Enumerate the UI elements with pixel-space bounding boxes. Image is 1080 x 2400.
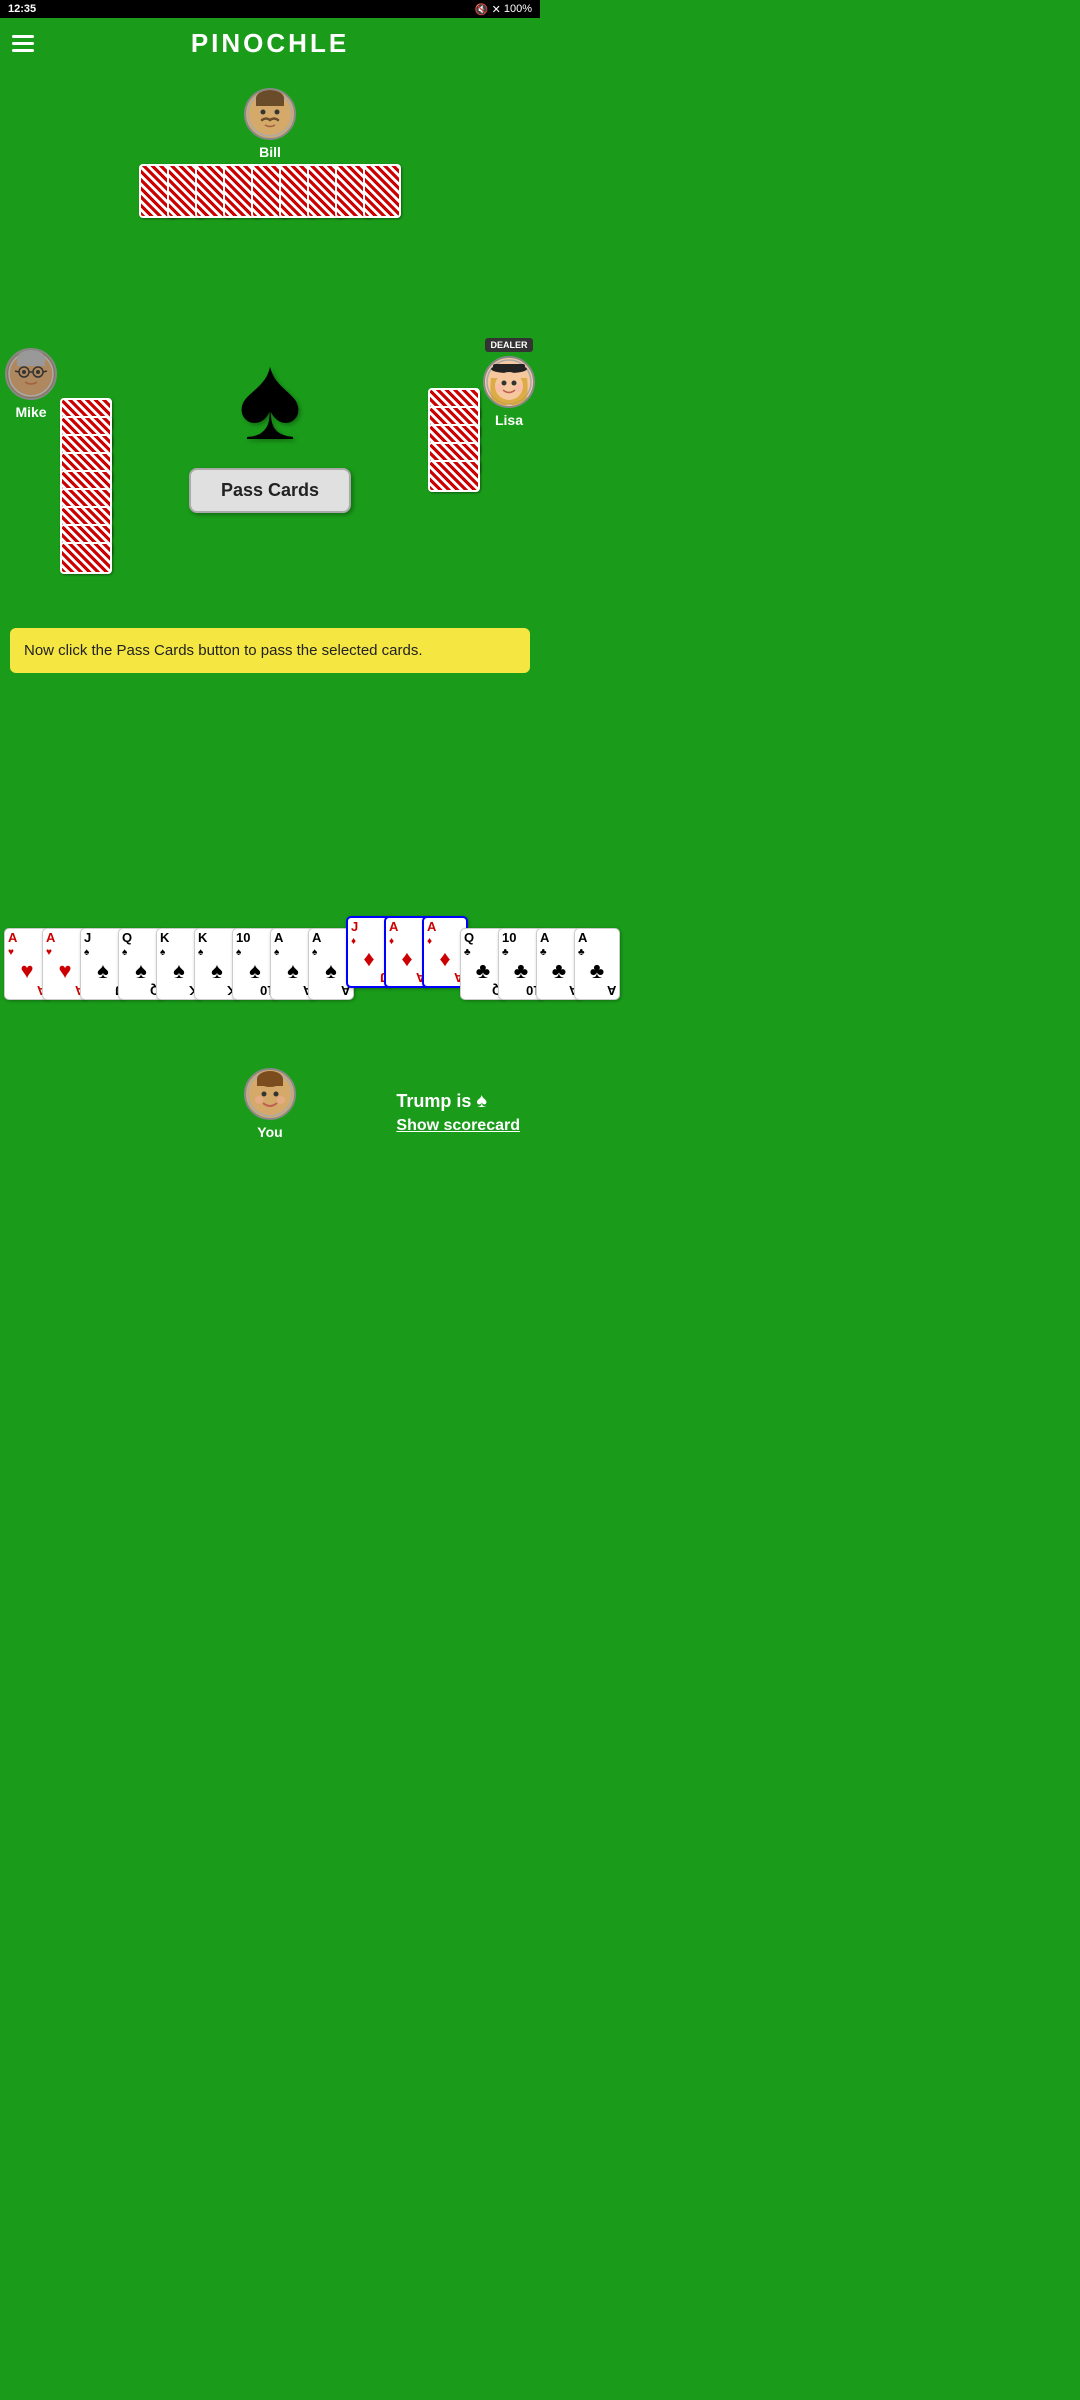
card-suit-center-14: ♣ (540, 960, 578, 982)
card-suit-center-10: ♦ (389, 948, 425, 970)
show-scorecard-link[interactable]: Show scorecard (396, 1117, 520, 1135)
bill-cards (139, 164, 401, 218)
player-lisa: DEALER Lisa (483, 338, 535, 428)
card-suit-center-1: ♥ (46, 960, 84, 982)
bill-avatar (244, 88, 296, 140)
you-name: You (257, 1124, 282, 1140)
card-rank-bottom-15: A (607, 984, 616, 997)
player-you: You (244, 1068, 296, 1140)
hand-card-15[interactable]: A♣ ♣ A (574, 928, 620, 1000)
card-suit-center-3: ♠ (122, 960, 160, 982)
trump-label: Trump is (396, 1091, 471, 1111)
status-icons: 🔇 ✕ 100% (475, 3, 532, 16)
card-suit-center-12: ♣ (464, 960, 502, 982)
status-bar: 12:35 🔇 ✕ 100% (0, 0, 540, 18)
card-rank-top-7: A♠ (274, 931, 312, 958)
instruction-box: Now click the Pass Cards button to pass … (10, 628, 530, 673)
center-area: ♠ Pass Cards (189, 338, 351, 513)
card-rank-top-9: J♦ (351, 920, 387, 947)
card-rank-top-13: 10♣ (502, 931, 540, 958)
card-suit-center-9: ♦ (351, 948, 387, 970)
bill-name: Bill (259, 144, 281, 160)
status-time: 12:35 (8, 3, 36, 15)
card-suit-center-11: ♦ (427, 948, 463, 970)
card-suit-center-2: ♠ (84, 960, 122, 982)
card-suit-center-4: ♠ (160, 960, 198, 982)
instruction-text: Now click the Pass Cards button to pass … (24, 642, 423, 659)
lisa-cards (428, 388, 480, 492)
card-suit-center-13: ♣ (502, 960, 540, 982)
card-rank-top-6: 10♠ (236, 931, 274, 958)
player-hand: A♥ ♥ A A♥ ♥ A J♠ ♠ J Q♠ ♠ Q K♠ ♠ K K♠ ♠ … (0, 928, 540, 1000)
trump-text: Trump is ♠ (396, 1090, 487, 1113)
card-rank-top-11: A♦ (427, 920, 463, 947)
you-avatar (244, 1068, 296, 1120)
card-suit-center-15: ♣ (578, 960, 616, 982)
card-rank-top-10: A♦ (389, 920, 425, 947)
card-rank-top-4: K♠ (160, 931, 198, 958)
lisa-card-5 (428, 460, 480, 492)
game-area: Bill (0, 68, 540, 1200)
mike-cards (60, 398, 112, 574)
card-rank-top-0: A♥ (8, 931, 46, 958)
card-rank-top-15: A♣ (578, 931, 616, 958)
trump-suit-symbol: ♠ (476, 1090, 487, 1112)
app-header: PINOCHLE (0, 18, 540, 68)
lisa-name: Lisa (495, 412, 523, 428)
mike-name: Mike (15, 404, 46, 420)
mike-card-9 (60, 542, 112, 574)
trump-spade-center: ♠ (238, 338, 302, 458)
card-suit-center-8: ♠ (312, 960, 350, 982)
lisa-avatar (483, 356, 535, 408)
card-rank-top-5: K♠ (198, 931, 236, 958)
pass-cards-button[interactable]: Pass Cards (189, 468, 351, 513)
card-rank-top-12: Q♣ (464, 931, 502, 958)
player-mike: Mike (5, 348, 57, 420)
card-rank-top-1: A♥ (46, 931, 84, 958)
card-suit-center-6: ♠ (236, 960, 274, 982)
card-rank-top-14: A♣ (540, 931, 578, 958)
app-title: PINOCHLE (34, 28, 506, 59)
menu-button[interactable] (12, 35, 34, 52)
battery-level: 100% (504, 3, 532, 15)
bill-card-9 (363, 164, 401, 218)
card-suit-center-0: ♥ (8, 960, 46, 982)
dealer-badge: DEALER (485, 338, 532, 352)
player-bill: Bill (139, 88, 401, 218)
card-rank-top-8: A♠ (312, 931, 350, 958)
card-rank-top-2: J♠ (84, 931, 122, 958)
card-rank-top-3: Q♠ (122, 931, 160, 958)
mike-avatar (5, 348, 57, 400)
trump-area: Trump is ♠ Show scorecard (396, 1090, 520, 1135)
card-suit-center-7: ♠ (274, 960, 312, 982)
card-suit-center-5: ♠ (198, 960, 236, 982)
